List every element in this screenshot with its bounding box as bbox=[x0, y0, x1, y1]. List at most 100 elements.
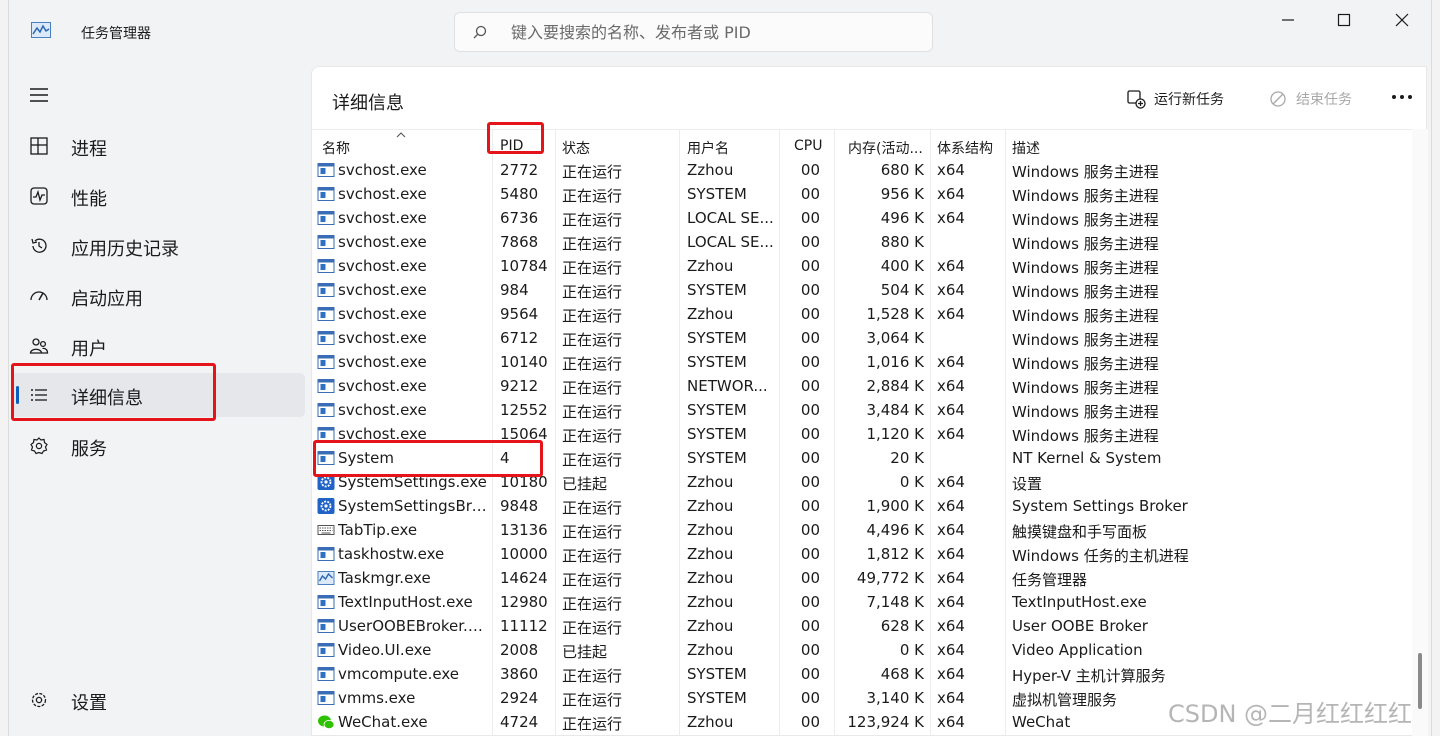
process-name: svchost.exe bbox=[338, 305, 427, 323]
window-app-icon bbox=[317, 595, 335, 609]
column-header-pid[interactable]: PID bbox=[500, 138, 523, 154]
column-header-memory[interactable]: 内存(活动... bbox=[848, 138, 923, 158]
process-cpu: 00 bbox=[800, 401, 820, 419]
table-row[interactable]: TextInputHost.exe 12980 正在运行 Zzhou 00 7,148 K… bbox=[312, 590, 1412, 614]
table-row[interactable]: SystemSettingsBro... 9848 正在运行 Zzhou 00 1,900… bbox=[312, 494, 1412, 518]
table-row[interactable]: svchost.exe 10140 正在运行 SYSTEM 00 1,016 K x64 Wi… bbox=[312, 350, 1412, 374]
process-name: Video.UI.exe bbox=[338, 641, 432, 659]
sidebar-item-label: 详细信息 bbox=[71, 388, 143, 409]
process-arch: x64 bbox=[937, 425, 965, 443]
minimize-button[interactable] bbox=[1259, 0, 1317, 40]
process-description: Windows 服务主进程 bbox=[1012, 427, 1159, 445]
process-user: SYSTEM bbox=[687, 185, 747, 203]
sidebar-item-settings[interactable]: 设置 bbox=[11, 678, 305, 722]
process-arch: x64 bbox=[937, 473, 965, 491]
column-header-user[interactable]: 用户名 bbox=[687, 138, 729, 158]
table-row[interactable]: svchost.exe 984 正在运行 SYSTEM 00 504 K x64 Window… bbox=[312, 278, 1412, 302]
sidebar-item-services[interactable]: 服务 bbox=[11, 424, 305, 468]
maximize-icon bbox=[1337, 13, 1351, 27]
process-pid: 2008 bbox=[500, 641, 539, 659]
process-name: svchost.exe bbox=[338, 257, 427, 275]
process-name: TabTip.exe bbox=[338, 521, 418, 539]
column-header-desc[interactable]: 描述 bbox=[1012, 138, 1040, 158]
users-icon bbox=[29, 338, 49, 354]
vertical-scrollbar[interactable] bbox=[1412, 129, 1428, 736]
table-row[interactable]: svchost.exe 9212 正在运行 NETWOR... 00 2,884 K x64… bbox=[312, 374, 1412, 398]
table-row[interactable]: svchost.exe 2772 正在运行 Zzhou 00 680 K x64 Window… bbox=[312, 158, 1412, 182]
sidebar: 进程 性能 应用历史记录 启动应用 用户 详细信息 服务 设置 bbox=[9, 64, 311, 736]
process-status: 正在运行 bbox=[562, 691, 623, 709]
process-arch: x64 bbox=[937, 593, 965, 611]
table-row[interactable]: svchost.exe 9564 正在运行 Zzhou 00 1,528 K x64 Wind… bbox=[312, 302, 1412, 326]
sidebar-item-label: 进程 bbox=[71, 139, 107, 160]
close-button[interactable] bbox=[1373, 0, 1431, 40]
column-header-status[interactable]: 状态 bbox=[562, 138, 590, 158]
table-row[interactable]: svchost.exe 5480 正在运行 SYSTEM 00 956 K x64 Windo… bbox=[312, 182, 1412, 206]
window-app-icon bbox=[317, 691, 335, 705]
process-user: Zzhou bbox=[687, 569, 734, 587]
column-header-cpu[interactable]: CPU bbox=[794, 138, 822, 154]
process-status: 正在运行 bbox=[562, 259, 623, 277]
table-row[interactable]: svchost.exe 10784 正在运行 Zzhou 00 400 K x64 Windo… bbox=[312, 254, 1412, 278]
sidebar-item-processes[interactable]: 进程 bbox=[11, 124, 305, 168]
sidebar-item-label: 设置 bbox=[71, 693, 107, 714]
sidebar-item-users[interactable]: 用户 bbox=[11, 324, 305, 368]
process-status: 已挂起 bbox=[562, 475, 608, 493]
process-cpu: 00 bbox=[800, 497, 820, 515]
process-user: SYSTEM bbox=[687, 425, 747, 443]
process-pid: 11112 bbox=[500, 617, 548, 635]
process-name: SystemSettings.exe bbox=[338, 473, 487, 491]
table-row[interactable]: vmcompute.exe 3860 正在运行 SYSTEM 00 468 K x64 Hyp… bbox=[312, 662, 1412, 686]
table-row[interactable]: Video.UI.exe 2008 已挂起 Zzhou 00 0 K x64 Video Ap… bbox=[312, 638, 1412, 662]
process-arch: x64 bbox=[937, 185, 965, 203]
table-row[interactable]: svchost.exe 15064 正在运行 SYSTEM 00 1,120 K x64 Wi… bbox=[312, 422, 1412, 446]
search-box[interactable] bbox=[454, 12, 933, 52]
table-row[interactable]: svchost.exe 7868 正在运行 LOCAL SE... 00 880 K Win… bbox=[312, 230, 1412, 254]
settings-gear-icon bbox=[31, 692, 47, 708]
process-arch: x64 bbox=[937, 281, 965, 299]
sidebar-item-performance[interactable]: 性能 bbox=[11, 174, 305, 218]
process-status: 正在运行 bbox=[562, 715, 623, 733]
startup-apps-icon bbox=[30, 291, 48, 301]
hamburger-menu-icon[interactable] bbox=[29, 86, 51, 104]
more-dot-icon bbox=[1392, 95, 1396, 99]
table-row[interactable]: svchost.exe 12552 正在运行 SYSTEM 00 3,484 K x64 Wi… bbox=[312, 398, 1412, 422]
run-new-task-button[interactable]: 运行新任务 bbox=[1126, 87, 1224, 111]
table-row[interactable]: Taskmgr.exe 14624 正在运行 Zzhou 00 49,772 K x64 任务… bbox=[312, 566, 1412, 590]
sidebar-item-details[interactable]: 详细信息 bbox=[11, 373, 305, 417]
maximize-button[interactable] bbox=[1315, 0, 1373, 40]
table-row[interactable]: svchost.exe 6736 正在运行 LOCAL SE... 00 496 K x64… bbox=[312, 206, 1412, 230]
process-memory: 956 K bbox=[880, 185, 924, 203]
scrollbar-thumb[interactable] bbox=[1418, 653, 1422, 709]
table-row[interactable]: taskhostw.exe 10000 正在运行 Zzhou 00 1,812 K x64 W… bbox=[312, 542, 1412, 566]
column-header-arch[interactable]: 体系结构 bbox=[937, 138, 993, 158]
table-row[interactable]: UserOOBEBroker.e... 11112 正在运行 Zzhou 00 628 K… bbox=[312, 614, 1412, 638]
sidebar-item-startup-apps[interactable]: 启动应用 bbox=[11, 274, 305, 318]
process-name: svchost.exe bbox=[338, 161, 427, 179]
process-status: 正在运行 bbox=[562, 523, 623, 541]
end-task-button[interactable]: 结束任务 bbox=[1268, 87, 1352, 111]
process-cpu: 00 bbox=[800, 665, 820, 683]
column-header-name[interactable]: 名称 bbox=[322, 138, 350, 158]
more-options-button[interactable] bbox=[1388, 87, 1416, 107]
sidebar-item-app-history[interactable]: 应用历史记录 bbox=[11, 224, 305, 268]
table-row[interactable]: svchost.exe 6712 正在运行 SYSTEM 00 3,064 K Window… bbox=[312, 326, 1412, 350]
gear-app-icon bbox=[317, 498, 335, 514]
process-name: TextInputHost.exe bbox=[338, 593, 473, 611]
process-cpu: 00 bbox=[800, 593, 820, 611]
process-status: 正在运行 bbox=[562, 499, 623, 517]
process-memory: 1,900 K bbox=[866, 497, 924, 515]
table-row[interactable]: SystemSettings.exe 10180 已挂起 Zzhou 00 0 K x64 设… bbox=[312, 470, 1412, 494]
process-arch: x64 bbox=[937, 401, 965, 419]
process-user: Zzhou bbox=[687, 497, 734, 515]
process-user: SYSTEM bbox=[687, 665, 747, 683]
process-memory: 2,884 K bbox=[866, 377, 924, 395]
table-row[interactable]: System 4 正在运行 SYSTEM 00 20 K NT Kernel & Syste… bbox=[312, 446, 1412, 470]
process-memory: 0 K bbox=[899, 641, 924, 659]
process-status: 正在运行 bbox=[562, 547, 623, 565]
process-pid: 15064 bbox=[500, 425, 548, 443]
table-row[interactable]: TabTip.exe 13136 正在运行 Zzhou 00 4,496 K x64 触摸键盘… bbox=[312, 518, 1412, 542]
close-icon bbox=[1395, 13, 1409, 27]
process-arch: x64 bbox=[937, 353, 965, 371]
search-input[interactable] bbox=[511, 22, 891, 42]
